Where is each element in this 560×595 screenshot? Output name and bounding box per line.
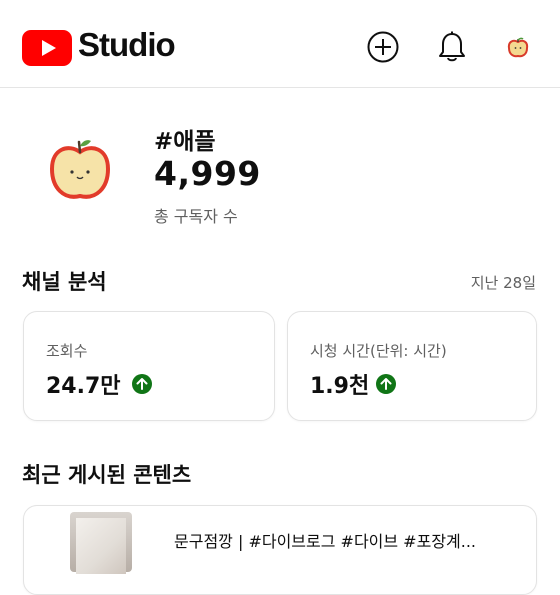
create-plus-icon[interactable]	[366, 30, 400, 64]
video-thumbnail[interactable]	[70, 512, 132, 574]
studio-wordmark: Studio	[78, 26, 176, 63]
recent-video-card[interactable]: 문구점깡 | #다이브로그 #다이브 #포장계...	[23, 505, 537, 595]
metric-value: 1.9천	[310, 374, 370, 399]
youtube-logo-icon[interactable]	[22, 30, 72, 66]
analytics-section-title: 채널 분석	[22, 270, 107, 294]
notifications-bell-icon[interactable]	[436, 30, 470, 64]
metric-label: 조회수	[46, 342, 88, 360]
channel-avatar[interactable]	[38, 126, 122, 210]
metric-label: 시청 시간(단위: 시간)	[310, 342, 447, 360]
account-avatar[interactable]	[503, 33, 533, 63]
trend-up-arrow-icon	[376, 374, 396, 394]
video-thumbnail-image	[76, 518, 126, 574]
subscriber-count: 4,999	[154, 154, 261, 193]
channel-name: #애플	[154, 129, 216, 155]
trend-up-arrow-icon	[132, 374, 152, 394]
watch-time-metric-card[interactable]: 시청 시간(단위: 시간) 1.9천	[287, 311, 537, 421]
video-title[interactable]: 문구점깡 | #다이브로그 #다이브 #포장계...	[174, 528, 534, 552]
top-app-bar: Studio	[0, 0, 560, 88]
recent-content-section-title: 최근 게시된 콘텐츠	[22, 463, 192, 487]
analytics-period: 지난 28일	[470, 274, 536, 292]
views-metric-card[interactable]: 조회수 24.7만	[23, 311, 275, 421]
subscriber-count-label: 총 구독자 수	[154, 207, 238, 226]
metric-value: 24.7만	[46, 374, 121, 399]
